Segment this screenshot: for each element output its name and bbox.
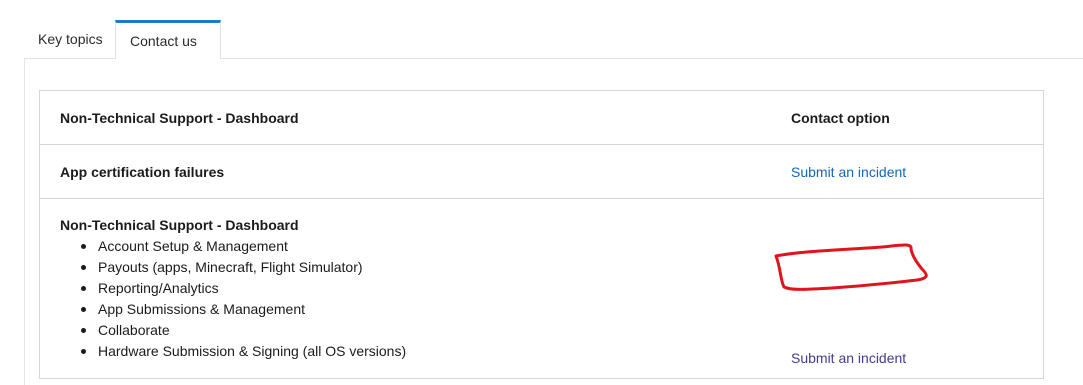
section-title: Non-Technical Support - Dashboard — [60, 217, 299, 233]
column-header-topic: Non-Technical Support - Dashboard — [60, 110, 299, 126]
list-item: Collaborate — [80, 320, 406, 341]
tab-contact-us[interactable]: Contact us — [115, 20, 221, 59]
submit-incident-link-dashboard[interactable]: Submit an incident — [791, 350, 906, 366]
tab-key-topics[interactable]: Key topics — [24, 20, 115, 59]
submit-incident-link-certification[interactable]: Submit an incident — [791, 164, 906, 180]
list-item: Hardware Submission & Signing (all OS ve… — [80, 341, 406, 362]
table-row: App certification failures Submit an inc… — [40, 145, 1043, 199]
table-header-row: Non-Technical Support - Dashboard Contac… — [40, 91, 1043, 145]
column-header-contact-option: Contact option — [791, 110, 890, 126]
table-row: Non-Technical Support - Dashboard Accoun… — [40, 199, 1043, 378]
row-topic-app-certification: App certification failures — [60, 164, 225, 180]
contact-table: Non-Technical Support - Dashboard Contac… — [39, 90, 1044, 379]
list-item: Reporting/Analytics — [80, 278, 406, 299]
topic-list: Account Setup & Management Payouts (apps… — [60, 236, 406, 362]
tab-bar: Key topics Contact us — [24, 20, 221, 59]
list-item: Payouts (apps, Minecraft, Flight Simulat… — [80, 257, 406, 278]
list-item: Account Setup & Management — [80, 236, 406, 257]
row-topic-dashboard: Non-Technical Support - Dashboard Accoun… — [60, 217, 406, 362]
list-item: App Submissions & Management — [80, 299, 406, 320]
